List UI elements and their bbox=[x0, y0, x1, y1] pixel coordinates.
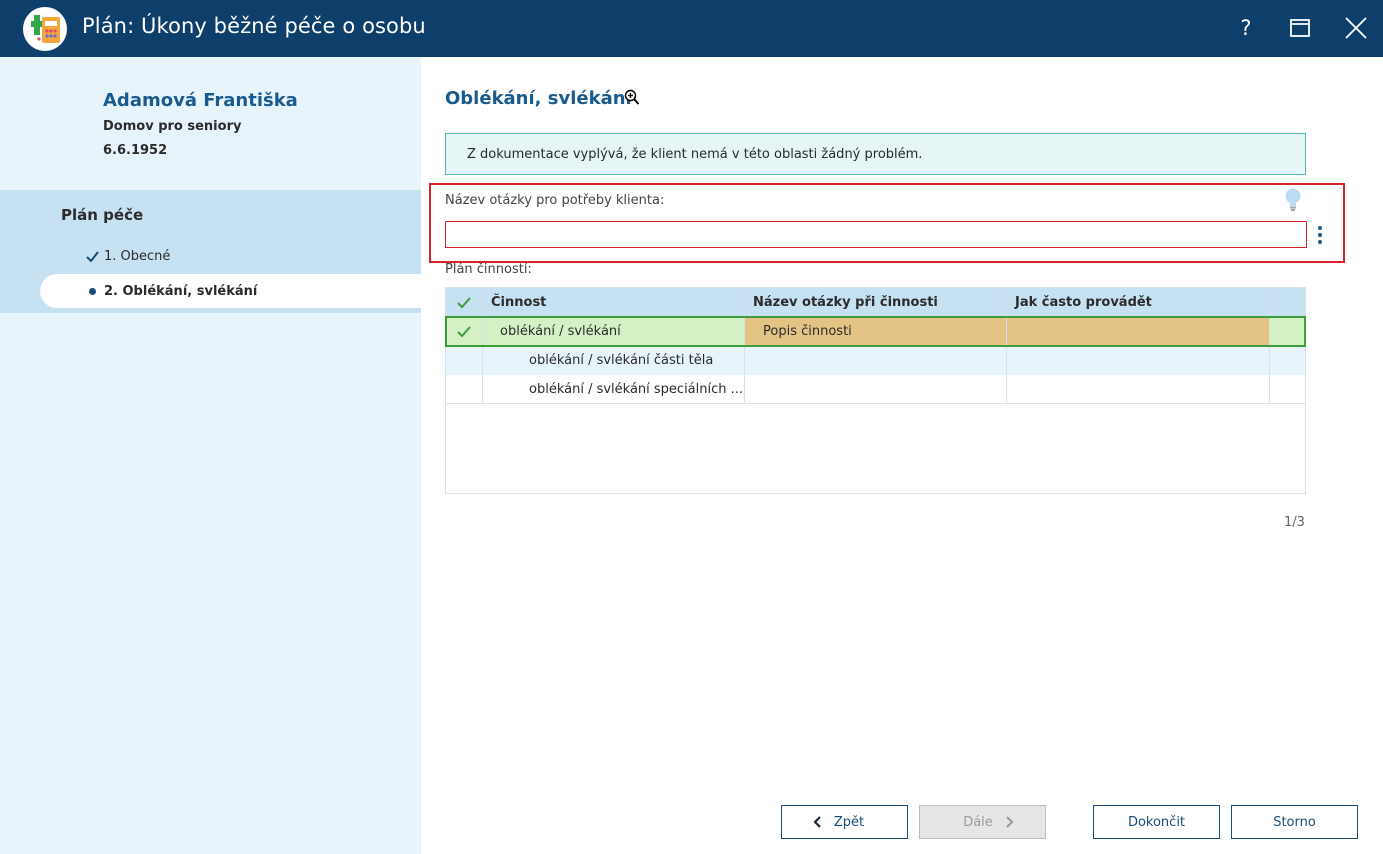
question-cell[interactable] bbox=[745, 346, 1007, 375]
cancel-label: Storno bbox=[1273, 814, 1316, 830]
question-input[interactable] bbox=[445, 221, 1307, 248]
table-header: Činnost Název otázky při činnosti Jak ča… bbox=[446, 288, 1305, 317]
nav-item-label: 1. Obecné bbox=[104, 248, 171, 264]
table-row[interactable]: oblékání / svlékání části těla bbox=[446, 346, 1305, 375]
table-row[interactable]: oblékání / svlékání speciálních ... bbox=[446, 375, 1305, 404]
more-vertical-icon[interactable] bbox=[1313, 222, 1327, 248]
section-heading: Oblékání, svlékání bbox=[445, 88, 632, 109]
chevron-right-icon bbox=[1005, 816, 1014, 828]
row-check-icon[interactable] bbox=[446, 317, 483, 346]
frequency-cell[interactable] bbox=[1007, 317, 1270, 346]
column-header-activity[interactable]: Činnost bbox=[483, 288, 745, 317]
current-step-dot-icon bbox=[80, 287, 104, 295]
check-icon bbox=[80, 250, 104, 262]
frequency-cell[interactable] bbox=[1007, 375, 1270, 403]
nav-item-general[interactable]: 1. Obecné bbox=[40, 239, 421, 273]
chevron-left-icon bbox=[813, 816, 822, 828]
client-name: Adamová Františka bbox=[103, 90, 298, 111]
row-check-cell[interactable] bbox=[446, 375, 483, 403]
title-bar: Plán: Úkony běžné péče o osobu ? bbox=[0, 0, 1383, 57]
maximize-icon bbox=[1290, 19, 1310, 37]
select-all-check-icon[interactable] bbox=[446, 288, 483, 317]
zoom-cursor-icon bbox=[624, 89, 640, 105]
activity-cell[interactable]: oblékání / svlékání bbox=[483, 317, 745, 346]
plan-label: Plán činností: bbox=[445, 262, 532, 277]
help-icon: ? bbox=[1240, 16, 1252, 40]
maximize-button[interactable] bbox=[1280, 8, 1320, 48]
row-check-cell[interactable] bbox=[446, 346, 483, 375]
extra-cell bbox=[1270, 346, 1305, 375]
sidebar: Adamová Františka Domov pro seniory 6.6.… bbox=[0, 57, 421, 854]
care-plan-nav: Plán péče 1. Obecné 2. Oblékání, svlékán… bbox=[0, 190, 421, 313]
finish-label: Dokončit bbox=[1127, 814, 1186, 830]
finish-button[interactable]: Dokončit bbox=[1093, 805, 1220, 839]
pager: 1/3 bbox=[1284, 515, 1305, 530]
info-message-text: Z dokumentace vyplývá, že klient nemá v … bbox=[467, 146, 923, 162]
back-label: Zpět bbox=[833, 814, 865, 830]
close-button[interactable] bbox=[1336, 8, 1376, 48]
table-row[interactable]: oblékání / svlékání Popis činnosti bbox=[446, 317, 1305, 346]
client-birth-date: 6.6.1952 bbox=[103, 143, 168, 158]
cancel-button[interactable]: Storno bbox=[1231, 805, 1358, 839]
window-title: Plán: Úkony běžné péče o osobu bbox=[82, 14, 426, 38]
help-button[interactable]: ? bbox=[1226, 8, 1266, 48]
activity-cell[interactable]: oblékání / svlékání speciálních ... bbox=[483, 375, 745, 403]
next-label: Dále bbox=[963, 814, 993, 830]
extra-cell bbox=[1270, 317, 1305, 346]
activity-table: Činnost Název otázky při činnosti Jak ča… bbox=[445, 287, 1306, 494]
back-button[interactable]: Zpět bbox=[781, 805, 908, 839]
close-icon bbox=[1345, 17, 1367, 39]
question-label: Název otázky pro potřeby klienta: bbox=[445, 193, 665, 208]
column-header-question[interactable]: Název otázky při činnosti bbox=[745, 288, 1007, 317]
frequency-cell[interactable] bbox=[1007, 346, 1270, 375]
column-header-frequency[interactable]: Jak často provádět bbox=[1007, 288, 1270, 317]
activity-cell[interactable]: oblékání / svlékání části těla bbox=[483, 346, 745, 375]
medical-app-icon bbox=[23, 7, 67, 51]
client-facility: Domov pro seniory bbox=[103, 119, 242, 134]
extra-cell bbox=[1270, 375, 1305, 403]
lightbulb-icon[interactable] bbox=[1283, 187, 1303, 213]
question-cell[interactable]: Popis činnosti bbox=[745, 317, 1007, 346]
nav-item-dressing[interactable]: 2. Oblékání, svlékání bbox=[40, 274, 421, 308]
question-cell[interactable] bbox=[745, 375, 1007, 403]
nav-title: Plán péče bbox=[61, 206, 144, 224]
column-header-extra bbox=[1270, 288, 1305, 317]
next-button[interactable]: Dále bbox=[919, 805, 1046, 839]
nav-item-label: 2. Oblékání, svlékání bbox=[104, 283, 258, 299]
info-message: Z dokumentace vyplývá, že klient nemá v … bbox=[445, 133, 1306, 175]
